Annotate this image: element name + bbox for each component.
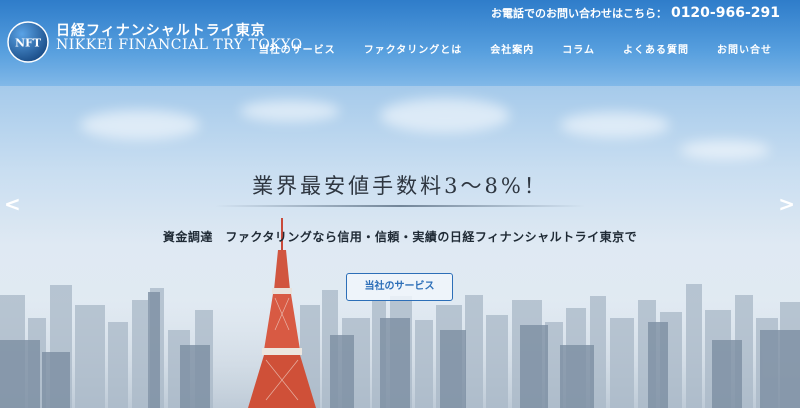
nav-item-company[interactable]: 会社案内: [476, 41, 548, 56]
hero-headline: 業界最安値手数料3～8%！: [252, 174, 548, 198]
hero-subline: 資金調達 ファクタリングなら信用・信頼・実績の日経フィナンシャルトライ東京で: [162, 230, 638, 244]
phone-number[interactable]: 0120-966-291: [671, 5, 780, 21]
nft-logo-icon[interactable]: NFT: [6, 20, 50, 64]
phone-label: お電話でのお問い合わせはこちら：: [490, 7, 667, 20]
slider-prev-icon[interactable]: <: [4, 192, 21, 216]
site-header: NFT 日経フィナンシャルトライ東京 NIKKEI FINANCIAL TRY …: [0, 0, 800, 86]
main-nav: 当社のサービス ファクタリングとは 会社案内 コラム よくある質問 お問い合せ: [245, 41, 780, 56]
headline-divider: [215, 205, 585, 207]
logo-text: NFT: [15, 37, 42, 50]
phone-contact: お電話でのお問い合わせはこちら： 0120-966-291: [491, 2, 780, 21]
slider-next-icon[interactable]: >: [778, 192, 795, 216]
nav-item-contact[interactable]: お問い合せ: [703, 41, 780, 56]
nav-item-column[interactable]: コラム: [548, 41, 609, 56]
nav-item-services[interactable]: 当社のサービス: [245, 41, 350, 56]
services-cta-button[interactable]: 当社のサービス: [346, 273, 453, 301]
nav-item-factoring[interactable]: ファクタリングとは: [350, 41, 477, 56]
nav-item-faq[interactable]: よくある質問: [609, 41, 703, 56]
